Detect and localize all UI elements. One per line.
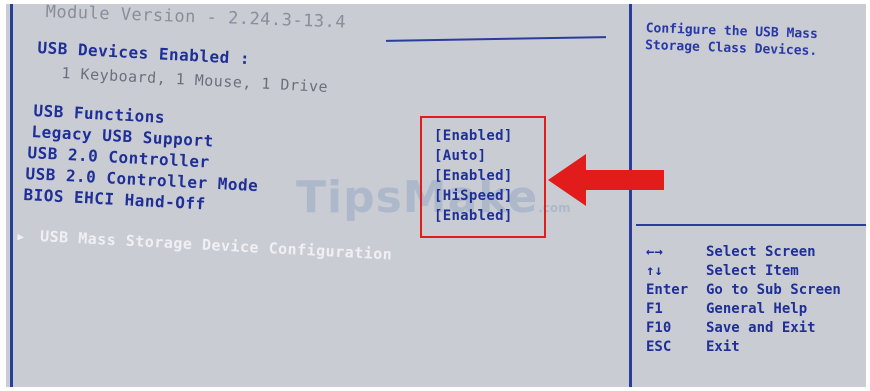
key-action-label: General Help <box>706 301 808 317</box>
key-exit: ESC Exit <box>646 339 740 355</box>
module-version-line: Module Version - 2.24.3-13.4 <box>45 4 347 33</box>
usb-mass-storage-submenu[interactable]: ▶ USB Mass Storage Device Configuration <box>17 226 393 264</box>
key-action-label: Select Item <box>706 263 799 279</box>
key-action-label: Save and Exit <box>706 320 816 336</box>
usb-devices-summary: 1 Keyboard, 1 Mouse, 1 Drive <box>61 64 329 96</box>
help-description: Configure the USB Mass Storage Class Dev… <box>644 20 819 59</box>
arrows-lr-icon: ←→ <box>646 244 663 260</box>
key-go-to-sub-screen: Enter Go to Sub Screen <box>646 282 841 298</box>
key-label: Enter <box>646 282 689 298</box>
key-label: ESC <box>646 339 672 355</box>
key-action-label: Go to Sub Screen <box>706 282 841 298</box>
red-arrow-icon <box>548 154 664 206</box>
arrows-ud-icon: ↑↓ <box>646 263 663 279</box>
bios-screen: Module Version - 2.24.3-13.4 USB Devices… <box>6 4 866 387</box>
key-select-screen: ←→ Select Screen <box>646 244 816 260</box>
help-separator-line <box>636 224 866 226</box>
submenu-label: USB Mass Storage Device Configuration <box>39 227 393 264</box>
key-label: F1 <box>646 301 663 317</box>
key-general-help: F1 General Help <box>646 301 807 317</box>
key-action-label: Exit <box>706 339 740 355</box>
header-rule <box>385 36 607 42</box>
left-frame-line <box>10 4 13 387</box>
values-highlight-box <box>420 116 546 238</box>
key-save-and-exit: F10 Save and Exit <box>646 320 816 336</box>
key-action-label: Select Screen <box>706 244 816 260</box>
key-label: F10 <box>646 320 672 336</box>
submenu-arrow-icon: ▶ <box>17 229 25 244</box>
key-select-item: ↑↓ Select Item <box>646 263 799 279</box>
